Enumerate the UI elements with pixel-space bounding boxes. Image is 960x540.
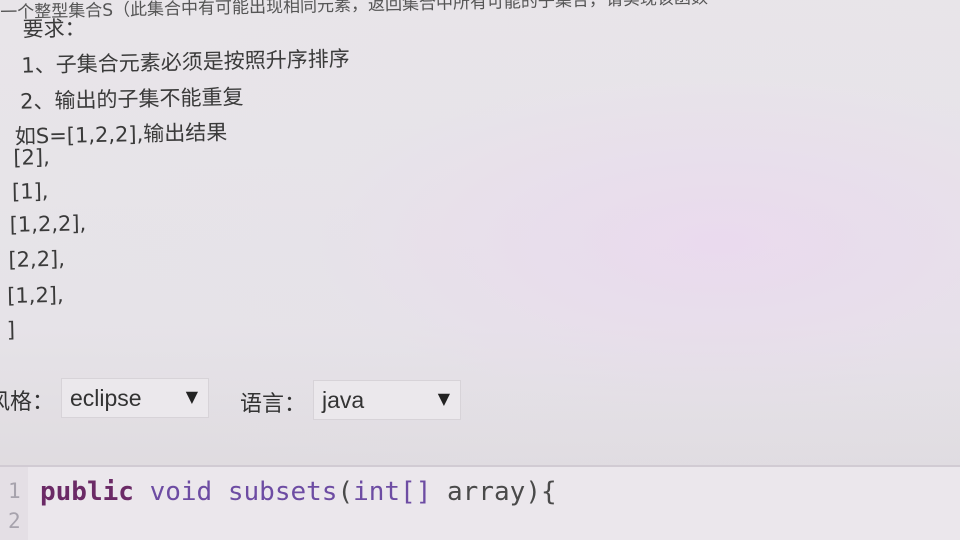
rule-2: 2、输出的子集不能重复 — [19, 84, 244, 114]
style-select[interactable]: eclipse ▼ — [61, 378, 209, 418]
line-number-gutter: 1 2 — [0, 467, 28, 540]
problem-top-line: 一个整型集合S（此集合中有可能出现相同元素，返回集合中所有可能的子集合，请实现该… — [0, 0, 709, 23]
rule-1: 1、子集合元素必须是按照升序排序 — [21, 46, 350, 78]
output-line: [2], — [13, 144, 50, 170]
output-line: [2,2], — [8, 246, 66, 272]
style-select-value: eclipse — [70, 385, 142, 411]
language-select[interactable]: java ▼ — [313, 380, 461, 420]
language-label: 语言： — [240, 392, 307, 417]
code-param-type: int[] — [353, 477, 432, 507]
output-line: [1], — [11, 179, 49, 204]
code-return-type: void — [149, 477, 213, 507]
code-keyword-public: public — [40, 477, 134, 507]
style-label: 风格： — [0, 390, 55, 415]
line-number: 1 — [8, 479, 21, 503]
code-editor[interactable]: 1 2 public void subsets(int[] array){ — [0, 465, 960, 540]
code-close-brace: ){ — [525, 477, 557, 507]
output-line: [1,2], — [6, 282, 64, 308]
code-method-name: subsets — [227, 477, 338, 507]
code-open-paren: ( — [337, 477, 354, 507]
code-param-name: array — [447, 477, 526, 507]
screen: 一个整型集合S（此集合中有可能出现相同元素，返回集合中所有可能的子集合，请实现该… — [0, 0, 960, 540]
line-number: 2 — [8, 509, 21, 533]
requirements-heading: 要求： — [22, 16, 86, 42]
output-line: ] — [6, 317, 16, 342]
language-select-value: java — [322, 387, 365, 413]
chevron-down-icon: ▼ — [185, 387, 198, 406]
chevron-down-icon: ▼ — [437, 389, 450, 408]
code-line-1[interactable]: public void subsets(int[] array){ — [40, 477, 557, 507]
output-line: [1,2,2], — [9, 211, 87, 237]
